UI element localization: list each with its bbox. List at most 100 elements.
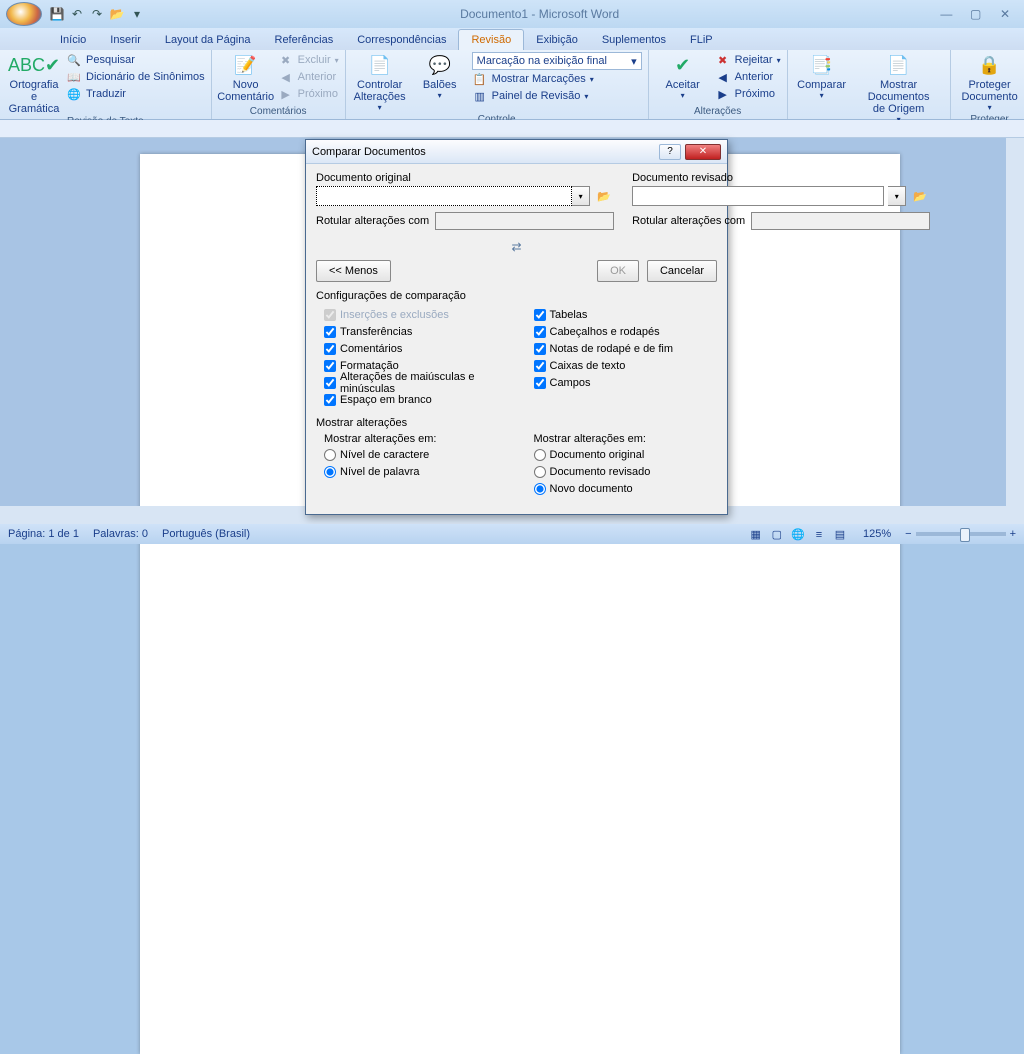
undo-icon[interactable]: ↶ [68,5,86,23]
radio-revised-doc[interactable] [534,466,546,478]
prev-change-button[interactable]: ◀Anterior [715,69,781,85]
thesaurus-button[interactable]: 📖Dicionário de Sinônimos [66,69,205,85]
tab-correspondencias[interactable]: Correspondências [345,30,458,50]
tab-exibicao[interactable]: Exibição [524,30,590,50]
chk-headers[interactable] [534,326,546,338]
chevron-down-icon[interactable]: ▾ [572,186,590,206]
spelling-button[interactable]: ABC✔Ortografia e Gramática [6,52,62,115]
tab-revisao[interactable]: Revisão [458,29,524,50]
protect-button[interactable]: 🔒Proteger Documento [957,52,1023,113]
chk-comments[interactable] [324,343,336,355]
ribbon: ABC✔Ortografia e Gramática 🔍Pesquisar 📖D… [0,50,1024,120]
ruler [0,120,1024,138]
chk-moves[interactable] [324,326,336,338]
revised-doc-label: Documento revisado [632,172,930,184]
original-doc-label: Documento original [316,172,614,184]
review-pane-button[interactable]: ▥Painel de Revisão [472,88,642,104]
fullscreen-view-icon[interactable]: ▢ [768,528,786,541]
radio-word-level[interactable] [324,466,336,478]
tab-layout[interactable]: Layout da Página [153,30,263,50]
ok-button[interactable]: OK [597,260,639,282]
chevron-down-icon[interactable]: ▾ [888,186,906,206]
label-original-input[interactable] [435,212,614,230]
page-indicator[interactable]: Página: 1 de 1 [8,528,79,540]
next-change-button[interactable]: ▶Próximo [715,86,781,102]
chk-case[interactable] [324,377,336,389]
original-doc-combo[interactable] [316,186,572,206]
chk-whitespace[interactable] [324,394,336,406]
browse-revised-button[interactable]: 📂 [910,187,930,205]
reject-icon: ✖ [715,54,731,67]
office-button[interactable] [6,2,42,26]
maximize-button[interactable]: ▢ [963,7,989,21]
help-button[interactable]: ? [659,144,681,160]
prev-comment-button[interactable]: ◀Anterior [278,69,339,85]
delete-icon: ✖ [278,54,294,67]
group-label: Comentários [218,105,339,117]
zoom-in-button[interactable]: + [1010,528,1016,540]
draft-view-icon[interactable]: ▤ [831,528,849,541]
chk-formatting[interactable] [324,360,336,372]
chk-footnotes[interactable] [534,343,546,355]
minimize-button[interactable]: — [933,7,959,21]
outline-view-icon[interactable]: ≡ [810,529,828,541]
chk-textboxes[interactable] [534,360,546,372]
lock-icon: 🔒 [976,54,1004,78]
translate-button[interactable]: 🌐Traduzir [66,86,205,102]
label-changes-revised: Rotular alterações com [632,215,745,227]
group-revisao-texto: ABC✔Ortografia e Gramática 🔍Pesquisar 📖D… [0,50,212,119]
radio-original-doc[interactable] [534,449,546,461]
dialog-close-button[interactable]: ✕ [685,144,721,160]
browse-original-button[interactable]: 📂 [594,187,614,205]
delete-comment-button[interactable]: ✖Excluir [278,52,339,68]
close-button[interactable]: ✕ [992,7,1018,21]
compare-documents-dialog: Comparar Documentos ? ✕ Documento origin… [305,139,728,515]
redo-icon[interactable]: ↷ [88,5,106,23]
language-indicator[interactable]: Português (Brasil) [162,528,250,540]
chk-tables[interactable] [534,309,546,321]
chk-fields[interactable] [534,377,546,389]
less-button[interactable]: << Menos [316,260,391,282]
group-comparar: 📑Comparar 📄Mostrar Documentos de Origem … [788,50,951,119]
balloon-icon: 💬 [426,54,454,78]
dialog-titlebar[interactable]: Comparar Documentos ? ✕ [306,140,727,164]
open-icon[interactable]: 📂 [108,5,126,23]
next-comment-button[interactable]: ▶Próximo [278,86,339,102]
research-button[interactable]: 🔍Pesquisar [66,52,205,68]
qat-more-icon[interactable]: ▾ [128,5,146,23]
tab-inserir[interactable]: Inserir [98,30,153,50]
accept-button[interactable]: ✔Aceitar [655,52,711,105]
show-source-button[interactable]: 📄Mostrar Documentos de Origem [854,52,944,125]
group-comentarios: 📝Novo Comentário ✖Excluir ◀Anterior ▶Pró… [212,50,346,119]
show-markup-button[interactable]: 📋Mostrar Marcações [472,71,642,87]
new-comment-button[interactable]: 📝Novo Comentário [218,52,274,105]
comment-icon: 📝 [232,54,260,78]
web-view-icon[interactable]: 🌐 [789,528,807,541]
print-layout-view-icon[interactable]: ▦ [747,528,765,541]
tab-inicio[interactable]: Início [48,30,98,50]
word-count[interactable]: Palavras: 0 [93,528,148,540]
zoom-level[interactable]: 125% [863,528,891,540]
cancel-button[interactable]: Cancelar [647,260,717,282]
show-changes-label: Mostrar alterações [316,417,717,429]
compare-button[interactable]: 📑Comparar [794,52,850,125]
reject-button[interactable]: ✖Rejeitar [715,52,781,68]
balloons-button[interactable]: 💬Balões [412,52,468,113]
display-for-review-combo[interactable]: Marcação na exibição final▾ [472,52,642,70]
radio-new-doc[interactable] [534,483,546,495]
tab-referencias[interactable]: Referências [263,30,346,50]
save-icon[interactable]: 💾 [48,5,66,23]
tab-flip[interactable]: FLiP [678,30,725,50]
accept-icon: ✔ [669,54,697,78]
revised-doc-combo[interactable] [632,186,884,206]
zoom-slider[interactable] [916,532,1006,536]
swap-icon[interactable]: ⇄ [316,240,717,254]
status-bar: Página: 1 de 1 Palavras: 0 Português (Br… [0,524,1024,544]
tab-suplementos[interactable]: Suplementos [590,30,678,50]
radio-char-level[interactable] [324,449,336,461]
prev-icon: ◀ [715,71,731,84]
label-revised-input[interactable] [751,212,930,230]
track-changes-button[interactable]: 📄Controlar Alterações [352,52,408,113]
zoom-out-button[interactable]: − [905,528,911,540]
vertical-scrollbar[interactable] [1006,138,1024,524]
